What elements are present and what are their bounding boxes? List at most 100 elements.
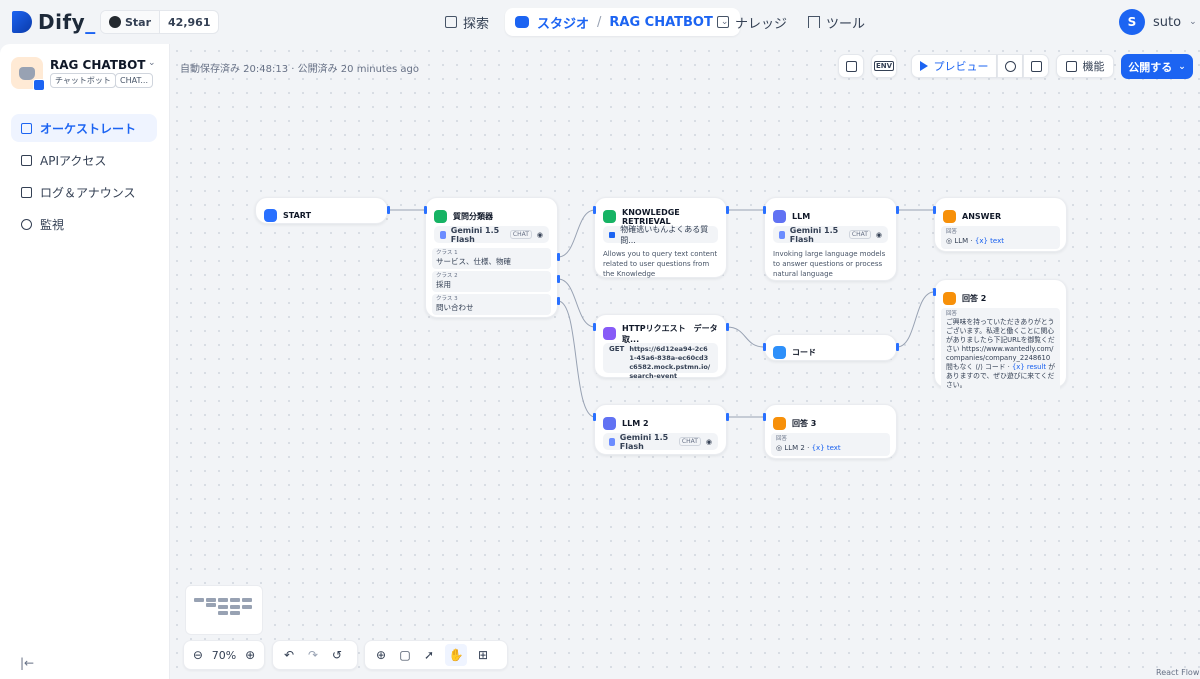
sidebar: RAG CHATBOT ⌄ チャットボット CHAT... オーケストレート A… — [0, 44, 170, 679]
sidebar-item-monitoring[interactable]: 監視 — [11, 210, 157, 238]
classifier-input-handle[interactable] — [424, 206, 427, 214]
zoom-in-icon[interactable]: ⊕ — [244, 647, 256, 663]
nav-explore[interactable]: 探索 — [445, 8, 489, 36]
organize-icon[interactable]: ⊞ — [475, 647, 491, 663]
http-input-handle[interactable] — [593, 323, 596, 331]
node-http-request[interactable]: HTTPリクエスト データ取... GET https://6d12ea94-2… — [594, 314, 727, 380]
llm-output-handle[interactable] — [896, 206, 899, 214]
grid-icon — [1065, 60, 1077, 72]
gemini-icon — [609, 437, 615, 446]
node-llm[interactable]: LLM Gemini 1.5 Flash CHAT ◉ Invoking lar… — [764, 197, 897, 281]
model-selector[interactable]: Gemini 1.5 Flash CHAT ◉ — [434, 226, 549, 244]
zoom-out-icon[interactable]: ⊖ — [192, 647, 204, 663]
classifier-icon — [434, 210, 447, 223]
env-button[interactable]: ENV — [871, 54, 897, 78]
model-selector[interactable]: Gemini 1.5 Flash CHAT ◉ — [773, 226, 888, 244]
answer2-input-handle[interactable] — [933, 288, 936, 296]
react-flow-attribution[interactable]: React Flow — [1156, 668, 1199, 677]
book-icon — [603, 210, 616, 223]
avatar: S — [1119, 9, 1145, 35]
node-code[interactable]: コード — [764, 334, 897, 361]
clock-icon — [1004, 60, 1016, 72]
dify-logo[interactable]: Dify_ — [12, 10, 96, 34]
nav-knowledge[interactable]: ナレッジ — [717, 8, 787, 36]
start-output-handle[interactable] — [387, 206, 390, 214]
eye-icon: ◉ — [536, 230, 543, 239]
compass-icon — [445, 16, 457, 28]
run-history-button[interactable] — [997, 54, 1023, 78]
knowledge-output-handle[interactable] — [726, 206, 729, 214]
code-icon — [773, 346, 786, 359]
robot-icon — [515, 16, 529, 28]
app-name[interactable]: RAG CHATBOT — [50, 58, 145, 72]
github-star-button[interactable]: Star 42,961 — [100, 10, 220, 34]
class-2-handle[interactable] — [557, 275, 560, 283]
node-start[interactable]: START — [255, 197, 388, 224]
home-icon — [264, 209, 277, 222]
dify-logo-icon — [12, 11, 32, 33]
current-app-name: RAG CHATBOT — [609, 14, 713, 30]
answer-content: 回答 ご興味を持っていただきありがとうございます。私達と働くことに関心がありまし… — [941, 308, 1060, 393]
tool-icon — [808, 16, 820, 28]
llm2-output-handle[interactable] — [726, 413, 729, 421]
answer-input-handle[interactable] — [933, 206, 936, 214]
publish-button[interactable]: 公開する ⌄ — [1121, 54, 1193, 79]
node-knowledge-retrieval[interactable]: KNOWLEDGE RETRIEVAL 物確逃いもんよくある質問... Allo… — [594, 197, 727, 278]
gauge-icon — [21, 218, 32, 230]
dataset-item: 物確逃いもんよくある質問... — [603, 225, 718, 245]
answer3-input-handle[interactable] — [763, 413, 766, 421]
answer-icon — [943, 210, 956, 223]
history-controls: ↶ ↷ ↺ — [272, 640, 358, 670]
llm-icon — [773, 210, 786, 223]
node-description: Invoking large language models to answer… — [773, 250, 886, 278]
autosave-status: 自動保存済み 20:48:13 · 公開済み 20 minutes ago — [180, 64, 419, 75]
node-answer[interactable]: ANSWER 回答 ◎ LLM · {x} text — [934, 197, 1067, 252]
sidebar-item-orchestrate[interactable]: オーケストレート — [11, 114, 157, 142]
http-output-handle[interactable] — [726, 323, 729, 331]
nav-studio[interactable]: スタジオ / RAG CHATBOT ⌄ — [505, 8, 741, 36]
zoom-level[interactable]: 70% — [212, 649, 236, 662]
checklist-list-button[interactable] — [1023, 54, 1049, 78]
pointer-icon[interactable]: ➚ — [421, 647, 437, 663]
node-question-classifier[interactable]: 質問分類器 Gemini 1.5 Flash CHAT ◉ クラス 1 サービス… — [425, 197, 558, 318]
code-output-handle[interactable] — [896, 343, 899, 351]
book-icon — [717, 16, 729, 28]
llm-icon — [603, 417, 616, 430]
checklist-button[interactable] — [838, 54, 864, 78]
redo-icon[interactable]: ↷ — [305, 647, 321, 663]
play-icon — [919, 61, 928, 71]
chevron-down-icon: ⌄ — [1178, 61, 1186, 72]
model-selector[interactable]: Gemini 1.5 Flash CHAT ◉ — [603, 433, 718, 451]
sidebar-item-api-access[interactable]: APIアクセス — [11, 146, 157, 174]
user-menu[interactable]: S suto ⌄ — [1119, 9, 1197, 35]
llm-input-handle[interactable] — [763, 206, 766, 214]
nav-tools[interactable]: ツール — [808, 8, 865, 36]
eye-icon: ◉ — [705, 437, 712, 446]
hand-icon[interactable]: ✋ — [445, 644, 467, 666]
class-3-handle[interactable] — [557, 297, 560, 305]
canvas-tools: ⊕ ▢ ➚ ✋ ⊞ — [364, 640, 508, 670]
preview-button[interactable]: プレビュー — [911, 54, 997, 78]
class-1-handle[interactable] — [557, 253, 560, 261]
node-answer-3[interactable]: 回答 3 回答 ◎ LLM 2 · {x} text — [764, 404, 897, 459]
node-answer-2[interactable]: 回答 2 回答 ご興味を持っていただきありがとうございます。私達と働くことに関心… — [934, 279, 1067, 393]
history-icon[interactable]: ↺ — [329, 647, 345, 663]
user-name: suto — [1153, 14, 1182, 30]
undo-icon[interactable]: ↶ — [281, 647, 297, 663]
knowledge-input-handle[interactable] — [593, 206, 596, 214]
http-request-info: GET https://6d12ea94-2c61-45a6-838a-ec60… — [603, 343, 718, 380]
document-icon — [21, 186, 32, 198]
node-llm-2[interactable]: LLM 2 Gemini 1.5 Flash CHAT ◉ — [594, 404, 727, 455]
class-1: クラス 1 サービス、仕様、物確 — [432, 248, 551, 269]
chevron-down-icon[interactable]: ⌄ — [148, 58, 156, 68]
code-input-handle[interactable] — [763, 343, 766, 351]
minimap[interactable] — [185, 585, 263, 635]
llm2-input-handle[interactable] — [593, 413, 596, 421]
gemini-icon — [440, 230, 446, 239]
sidebar-item-logs[interactable]: ログ＆アナウンス — [11, 178, 157, 206]
features-button[interactable]: 機能 — [1056, 54, 1114, 78]
answer-content: 回答 ◎ LLM 2 · {x} text — [771, 433, 890, 456]
add-note-icon[interactable]: ▢ — [397, 647, 413, 663]
collapse-sidebar-icon[interactable]: |← — [20, 656, 34, 670]
add-node-icon[interactable]: ⊕ — [373, 647, 389, 663]
